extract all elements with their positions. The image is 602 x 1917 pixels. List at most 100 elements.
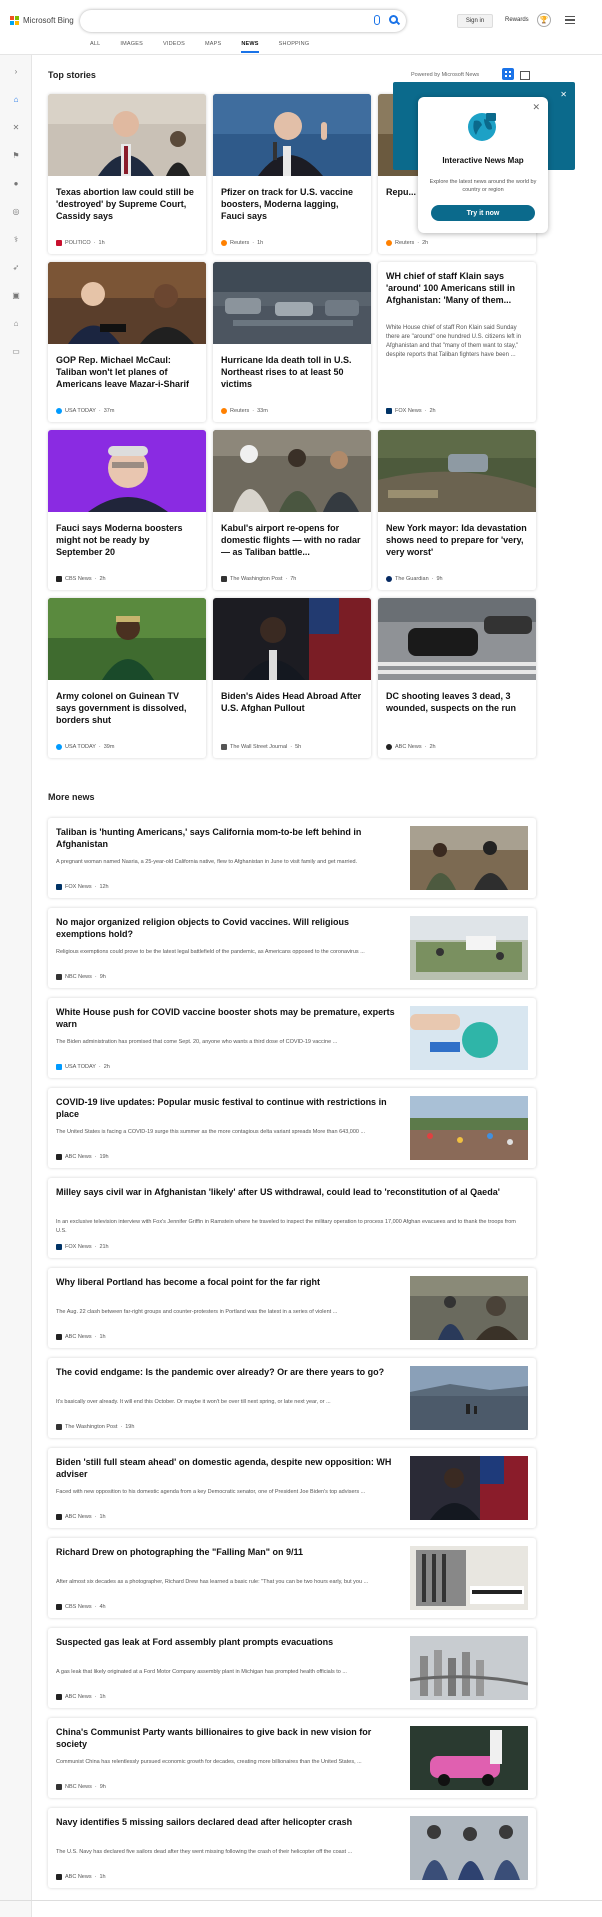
story-title[interactable]: GOP Rep. Michael McCaul: Taliban won't l… [56,354,198,390]
news-source: The Washington Post · 19h [56,1424,134,1430]
news-list-item[interactable]: Navy identifies 5 missing sailors declar… [48,1808,536,1888]
news-snippet: Communist China has relentlessly pursued… [56,1759,362,1765]
story-title[interactable]: Biden's Aides Head Abroad After U.S. Afg… [221,690,363,714]
news-source: NBC News · 9h [56,1784,106,1790]
search-input[interactable] [80,10,406,32]
left-rail: › ⌂ ✕ ⚑ ● ◎ ⚕ ➶ ▣ ⌂ ▭ [0,55,32,1917]
story-title[interactable]: WH chief of staff Klain says 'around' 10… [386,270,528,306]
close-icon[interactable]: ✕ [532,102,540,113]
story-card[interactable]: Pfizer on track for U.S. vaccine booster… [213,94,371,254]
news-title[interactable]: Milley says civil war in Afghanistan 'li… [56,1186,526,1198]
news-list-item[interactable]: Why liberal Portland has become a focal … [48,1268,536,1348]
news-thumbnail[interactable] [410,826,528,890]
card-icon[interactable]: ▭ [11,347,21,357]
story-card[interactable]: Texas abortion law could still be 'destr… [48,94,206,254]
news-thumbnail[interactable] [410,1636,528,1700]
story-title[interactable]: New York mayor: Ida devastation shows ne… [386,522,528,558]
tools-icon[interactable]: ✕ [11,123,21,133]
news-list-item[interactable]: The covid endgame: Is the pandemic over … [48,1358,536,1438]
news-thumbnail[interactable] [410,1726,528,1790]
story-card[interactable]: Fauci says Moderna boosters might not be… [48,430,206,590]
news-thumbnail[interactable] [410,1276,528,1340]
bank-icon[interactable]: ⌂ [11,319,21,329]
news-title[interactable]: No major organized religion objects to C… [56,916,401,940]
news-thumbnail[interactable] [410,1006,528,1070]
story-title[interactable]: Kabul's airport re-opens for domestic fl… [221,522,363,558]
tab-all[interactable]: ALL [90,41,100,53]
story-source: Reuters · 33m [221,408,268,414]
story-title[interactable]: DC shooting leaves 3 dead, 3 wounded, su… [386,690,528,714]
story-title[interactable]: Fauci says Moderna boosters might not be… [56,522,198,558]
story-title[interactable]: Pfizer on track for U.S. vaccine booster… [221,186,363,222]
hamburger-menu-icon[interactable] [565,16,575,24]
source-logo-icon [56,1604,62,1610]
home-icon[interactable]: ⌂ [11,95,21,105]
expand-chevron-icon[interactable]: › [11,67,21,77]
story-card[interactable]: Biden's Aides Head Abroad After U.S. Afg… [213,598,371,758]
sign-in-button[interactable]: Sign in [457,14,493,28]
news-thumbnail[interactable] [410,1366,528,1430]
news-title[interactable]: China's Communist Party wants billionair… [56,1726,401,1750]
news-list-item[interactable]: White House push for COVID vaccine boost… [48,998,536,1078]
news-list-item[interactable]: Biden 'still full steam ahead' on domest… [48,1448,536,1528]
tab-videos[interactable]: VIDEOS [163,41,185,53]
search-icon[interactable] [389,15,398,24]
bing-logo[interactable]: Microsoft Bing [10,16,74,25]
tab-maps[interactable]: MAPS [205,41,221,53]
grid-view-icon[interactable] [502,68,514,80]
news-title[interactable]: Biden 'still full steam ahead' on domest… [56,1456,401,1480]
news-title[interactable]: Richard Drew on photographing the "Falli… [56,1546,401,1558]
story-card[interactable]: WH chief of staff Klain says 'around' 10… [378,262,536,422]
news-thumbnail[interactable] [410,1546,528,1610]
rewards-link[interactable]: Rewards [505,17,529,23]
news-list-item[interactable]: Taliban is 'hunting Americans,' says Cal… [48,818,536,898]
film-icon[interactable]: ▣ [11,291,21,301]
story-card[interactable]: New York mayor: Ida devastation shows ne… [378,430,536,590]
news-title[interactable]: COVID-19 live updates: Popular music fes… [56,1096,401,1120]
news-list-item[interactable]: COVID-19 live updates: Popular music fes… [48,1088,536,1168]
trophy-icon[interactable]: 🏆 [537,13,551,27]
header: Microsoft Bing Sign in Rewards 🏆 ALL IMA… [0,0,602,54]
story-card[interactable]: Army colonel on Guinean TV says governme… [48,598,206,758]
news-title[interactable]: White House push for COVID vaccine boost… [56,1006,401,1030]
news-source: USA TODAY · 2h [56,1064,110,1070]
story-card[interactable]: GOP Rep. Michael McCaul: Taliban won't l… [48,262,206,422]
news-thumbnail[interactable] [410,1096,528,1160]
story-title[interactable]: Hurricane Ida death toll in U.S. Northea… [221,354,363,390]
news-thumbnail[interactable] [410,1456,528,1520]
flag-icon[interactable]: ⚑ [11,151,21,161]
tab-shopping[interactable]: SHOPPING [279,41,310,53]
tab-images[interactable]: IMAGES [120,41,143,53]
news-title[interactable]: Why liberal Portland has become a focal … [56,1276,401,1288]
news-title[interactable]: Taliban is 'hunting Americans,' says Cal… [56,826,401,850]
news-thumbnail[interactable] [410,916,528,980]
source-logo-icon [56,1874,62,1880]
cbs-news-icon [56,576,62,582]
news-list-item[interactable]: Suspected gas leak at Ford assembly plan… [48,1628,536,1708]
location-icon[interactable]: ● [11,179,21,189]
rocket-icon[interactable]: ➶ [11,263,21,273]
news-list-item[interactable]: Richard Drew on photographing the "Falli… [48,1538,536,1618]
stethoscope-icon[interactable]: ⚕ [11,235,21,245]
news-title[interactable]: The covid endgame: Is the pandemic over … [56,1366,401,1378]
try-it-now-button[interactable]: Try it now [431,205,535,221]
map-view-icon[interactable] [518,68,530,80]
story-card[interactable]: DC shooting leaves 3 dead, 3 wounded, su… [378,598,536,758]
news-thumbnail[interactable] [410,1816,528,1880]
globe-icon[interactable]: ◎ [11,207,21,217]
story-card[interactable]: Kabul's airport re-opens for domestic fl… [213,430,371,590]
story-card[interactable]: Hurricane Ida death toll in U.S. Northea… [213,262,371,422]
story-image [213,262,371,344]
tab-news[interactable]: NEWS [241,41,259,53]
news-list-item[interactable]: No major organized religion objects to C… [48,908,536,988]
story-title[interactable]: Army colonel on Guinean TV says governme… [56,690,198,726]
news-title[interactable]: Navy identifies 5 missing sailors declar… [56,1816,401,1828]
news-title[interactable]: Suspected gas leak at Ford assembly plan… [56,1636,401,1648]
story-title[interactable]: Texas abortion law could still be 'destr… [56,186,198,222]
news-list-item[interactable]: China's Communist Party wants billionair… [48,1718,536,1798]
microphone-icon[interactable] [374,15,380,25]
news-list-item[interactable]: Milley says civil war in Afghanistan 'li… [48,1178,536,1258]
source-logo-icon [56,1694,62,1700]
story-image [48,262,206,344]
close-icon[interactable]: ✕ [560,90,567,99]
